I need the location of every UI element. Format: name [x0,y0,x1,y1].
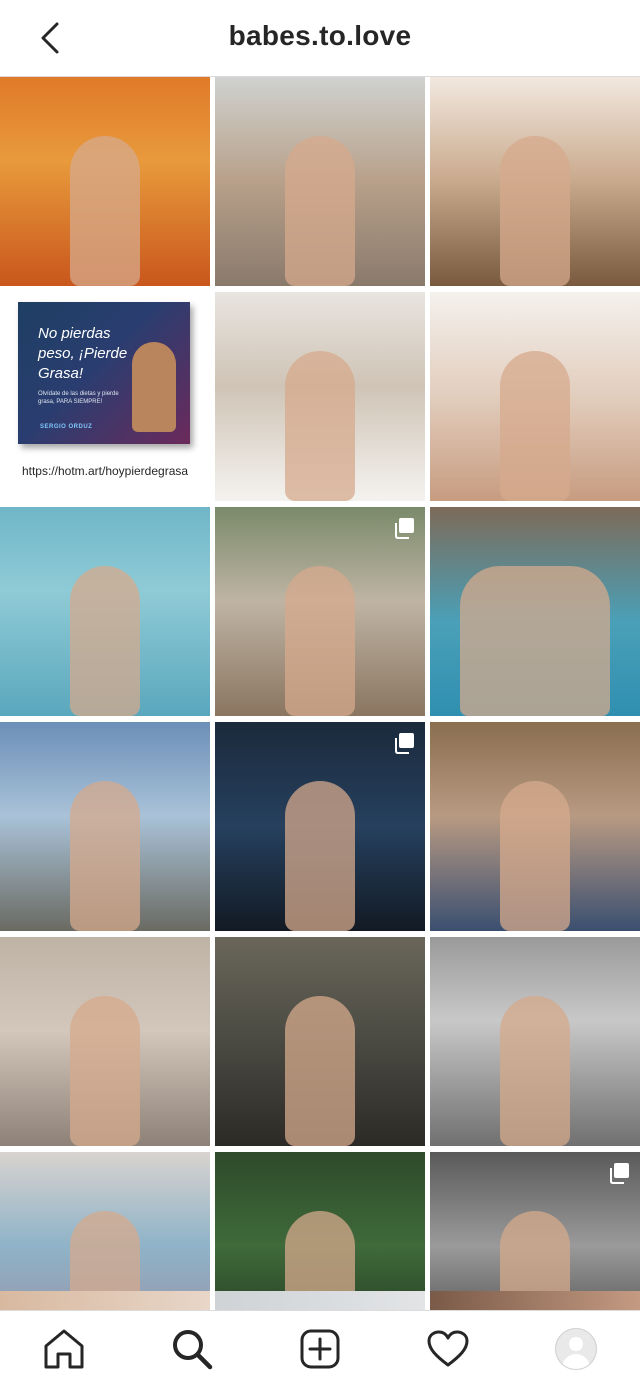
post-thumbnail[interactable] [430,292,640,501]
photo-subject [500,351,570,501]
post-thumbnail-partial[interactable] [430,1291,640,1311]
post-thumbnail[interactable] [0,507,210,716]
cover-person-figure [132,342,176,432]
photo-subject [70,136,140,286]
book-author: SERGIO ORDUZ [40,424,93,430]
activity-heart-icon [427,1330,469,1367]
post-thumbnail-partial[interactable] [215,1291,425,1311]
post-thumbnail[interactable] [0,937,210,1146]
post-thumbnail[interactable] [430,937,640,1146]
photo-subject [70,566,140,716]
post-thumbnail-partial[interactable] [0,1291,210,1311]
post-grid-partial-row [0,1291,640,1311]
post-thumbnail[interactable] [0,77,210,286]
tab-new-post[interactable] [288,1317,352,1381]
tab-search[interactable] [160,1317,224,1381]
photo-subject [285,136,355,286]
carousel-multiple-icon [610,1163,629,1184]
bottom-tab-bar [0,1310,640,1387]
tab-activity[interactable] [416,1317,480,1381]
photo-subject [285,566,355,716]
post-thumbnail[interactable] [430,722,640,931]
post-grid: No pierdas peso, ¡Pierde Grasa! Olvídate… [0,77,640,1361]
post-thumbnail[interactable] [215,507,425,716]
profile-avatar-icon [555,1328,597,1370]
photo-subject [500,781,570,931]
photo-subject [70,996,140,1146]
photo-subject [285,781,355,931]
photo-subject [285,351,355,501]
post-thumbnail[interactable] [215,722,425,931]
post-thumbnail[interactable] [430,77,640,286]
new-post-icon [300,1329,340,1369]
search-icon [173,1330,213,1370]
photo-subject [460,566,610,716]
post-thumbnail[interactable] [215,937,425,1146]
photo-subject [500,136,570,286]
promo-post-tile[interactable]: No pierdas peso, ¡Pierde Grasa! Olvídate… [0,292,210,501]
post-thumbnail[interactable] [215,77,425,286]
carousel-multiple-icon [395,518,414,539]
tab-home[interactable] [32,1317,96,1381]
home-icon [44,1329,84,1369]
top-bar: babes.to.love [0,0,640,77]
book-cover-image: No pierdas peso, ¡Pierde Grasa! Olvídate… [18,302,190,444]
tab-profile[interactable] [544,1317,608,1381]
photo-subject [70,781,140,931]
promo-link-text: https://hotm.art/hoypierdegrasa [21,464,189,478]
carousel-multiple-icon [395,733,414,754]
post-thumbnail[interactable] [0,722,210,931]
post-thumbnail[interactable] [430,507,640,716]
book-subtitle: Olvídate de las dietas y pierde grasa, P… [38,391,119,405]
photo-subject [500,996,570,1146]
photo-subject [285,996,355,1146]
page-title: babes.to.love [228,20,412,51]
post-thumbnail[interactable] [215,292,425,501]
book-title: No pierdas peso, ¡Pierde Grasa! [38,325,128,382]
